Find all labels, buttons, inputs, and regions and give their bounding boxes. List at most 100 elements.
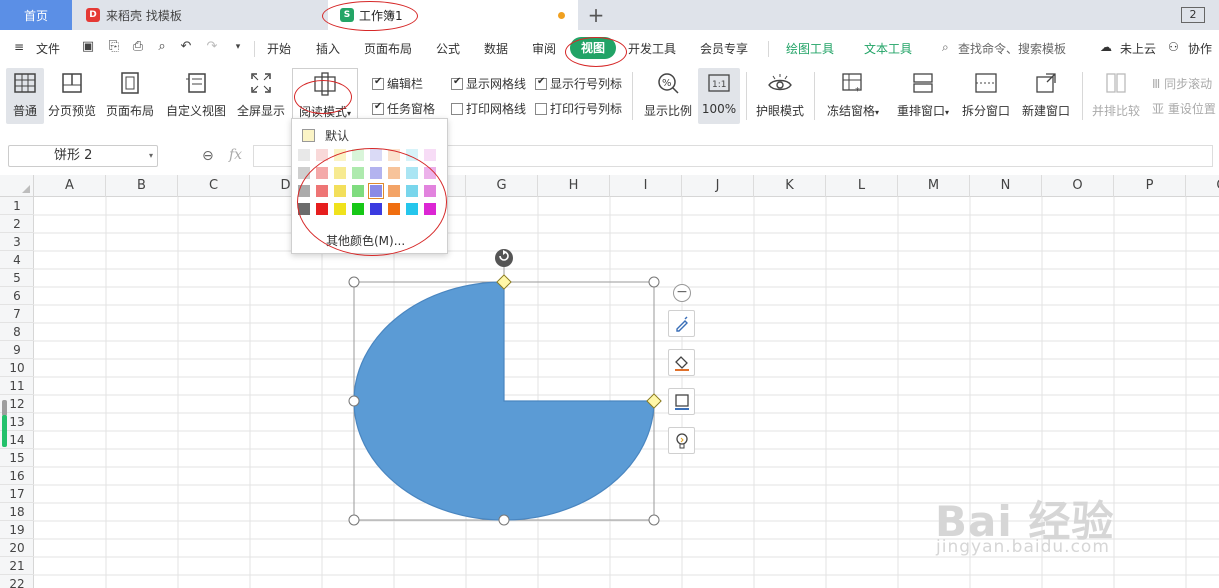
zoom-ratio-button[interactable]: % 显示比例 <box>642 68 694 124</box>
column-header[interactable]: H <box>538 175 610 197</box>
collapse-toolbar-button[interactable]: − <box>673 284 691 302</box>
column-header[interactable]: Q <box>1186 175 1219 197</box>
show-headers-checkbox[interactable]: 显示行号列标 <box>535 75 622 92</box>
collab-button[interactable]: 协作 <box>1188 40 1212 57</box>
fx-icon[interactable]: fx <box>229 147 242 163</box>
chevron-down-icon[interactable]: ▾ <box>149 146 153 166</box>
column-header[interactable]: A <box>34 175 106 197</box>
row-header[interactable]: 19 <box>0 521 34 539</box>
menu-vip[interactable]: 会员专享 <box>700 40 748 57</box>
row-header[interactable]: 20 <box>0 539 34 557</box>
column-header[interactable]: L <box>826 175 898 197</box>
row-header[interactable]: 16 <box>0 467 34 485</box>
quick-access-more-icon[interactable]: ▾ <box>230 39 246 55</box>
new-window-button[interactable]: 新建窗口 <box>1018 68 1074 124</box>
show-gridlines-checkbox[interactable]: 显示网格线 <box>451 75 526 92</box>
row-header[interactable]: 2 <box>0 215 34 233</box>
tab-home[interactable]: 首页 <box>0 0 72 30</box>
new-window-label: 新建窗口 <box>1021 104 1070 118</box>
normal-view-button[interactable]: 普通 <box>6 68 44 124</box>
row-header[interactable]: 15 <box>0 449 34 467</box>
window-count-button[interactable]: 2 <box>1181 7 1205 23</box>
print-headers-checkbox[interactable]: 打印行号列标 <box>535 100 622 117</box>
shape-style-button[interactable] <box>668 310 695 337</box>
row-header[interactable]: 22 <box>0 575 34 588</box>
task-pane-checkbox[interactable]: 任务窗格 <box>372 100 435 117</box>
split-window-button[interactable]: 拆分窗口 <box>960 68 1012 124</box>
menu-data[interactable]: 数据 <box>484 40 508 57</box>
column-header[interactable]: M <box>898 175 970 197</box>
edit-bar-checkbox[interactable]: 编辑栏 <box>372 75 423 92</box>
row-header[interactable]: 10 <box>0 359 34 377</box>
cloud-status[interactable]: 未上云 <box>1120 40 1156 57</box>
row-header[interactable]: 7 <box>0 305 34 323</box>
column-header[interactable]: I <box>610 175 682 197</box>
reset-position-button[interactable]: 亚 重设位置 <box>1152 100 1216 117</box>
column-header[interactable]: B <box>106 175 178 197</box>
menu-review[interactable]: 审阅 <box>532 40 556 57</box>
menu-developer[interactable]: 开发工具 <box>628 40 676 57</box>
tab-template-label: 来稻壳 找模板 <box>106 8 182 23</box>
row-header[interactable]: 8 <box>0 323 34 341</box>
row-header[interactable]: 4 <box>0 251 34 269</box>
save-icon[interactable]: ▣ <box>80 39 96 55</box>
select-all-corner[interactable] <box>0 175 34 197</box>
svg-text:%: % <box>662 78 672 89</box>
row-header[interactable]: 17 <box>0 485 34 503</box>
hamburger-icon[interactable]: ≡ <box>14 40 24 54</box>
row-header[interactable]: 18 <box>0 503 34 521</box>
column-header[interactable]: N <box>970 175 1042 197</box>
shape-fill-button[interactable] <box>668 349 695 376</box>
fullscreen-button[interactable]: 全屏显示 <box>236 68 286 124</box>
export-icon[interactable]: ⎘ <box>106 39 122 55</box>
menu-home[interactable]: 开始 <box>267 40 291 57</box>
menu-insert[interactable]: 插入 <box>316 40 340 57</box>
print-gridlines-checkbox[interactable]: 打印网格线 <box>451 100 526 117</box>
formula-bar: 饼形 2 ▾ ⊖ fx <box>0 140 1219 174</box>
tab-template[interactable]: D 来稻壳 找模板 <box>74 0 324 30</box>
print-icon[interactable]: ⎙ <box>130 39 146 55</box>
color-swatch[interactable] <box>424 149 436 161</box>
eye-mode-button[interactable]: 护眼模式 <box>754 68 806 124</box>
new-tab-button[interactable]: + <box>586 3 606 27</box>
column-header[interactable]: K <box>754 175 826 197</box>
menu-file[interactable]: 文件 <box>36 40 60 57</box>
row-header[interactable]: 11 <box>0 377 34 395</box>
ribbon-divider <box>814 72 815 120</box>
zoom-magnifier-icon[interactable]: ⊖ <box>202 148 214 164</box>
undo-icon[interactable]: ↶ <box>178 39 194 55</box>
arrange-windows-button[interactable]: 重排窗口▾ <box>892 68 954 124</box>
custom-view-button[interactable]: 自定义视图 <box>166 68 226 124</box>
sync-scroll-button[interactable]: Ⅲ 同步滚动 <box>1152 75 1212 92</box>
column-header[interactable]: P <box>1114 175 1186 197</box>
color-swatch[interactable] <box>298 149 310 161</box>
menu-text-tools[interactable]: 文本工具 <box>864 40 912 57</box>
column-header[interactable]: C <box>178 175 250 197</box>
name-box[interactable]: 饼形 2 ▾ <box>8 145 158 167</box>
row-header[interactable]: 6 <box>0 287 34 305</box>
column-header[interactable]: O <box>1042 175 1114 197</box>
row-header[interactable]: 9 <box>0 341 34 359</box>
row-header[interactable]: 1 <box>0 197 34 215</box>
redo-icon[interactable]: ↷ <box>204 39 220 55</box>
row-header[interactable]: 5 <box>0 269 34 287</box>
search-command-input[interactable]: 查找命令、搜索模板 <box>958 40 1066 57</box>
print-preview-icon[interactable]: ⌕ <box>154 39 170 55</box>
zoom-100-button[interactable]: 1:1 100% <box>698 68 740 124</box>
default-color-option[interactable]: 默认 <box>302 127 349 144</box>
freeze-panes-button[interactable]: * 冻结窗格▾ <box>822 68 884 124</box>
menu-formula[interactable]: 公式 <box>436 40 460 57</box>
row-header[interactable]: 21 <box>0 557 34 575</box>
zoom-ratio-label: 显示比例 <box>643 104 692 118</box>
row-header[interactable]: 3 <box>0 233 34 251</box>
column-header[interactable]: G <box>466 175 538 197</box>
search-icon[interactable]: ⌕ <box>942 40 949 55</box>
column-header[interactable]: J <box>682 175 754 197</box>
shape-outline-button[interactable] <box>668 388 695 415</box>
page-break-preview-button[interactable]: 分页预览 <box>46 68 98 124</box>
menu-page-layout[interactable]: 页面布局 <box>364 40 412 57</box>
shape-effects-button[interactable] <box>668 427 695 454</box>
side-by-side-button[interactable]: 并排比较 <box>1090 68 1142 124</box>
page-layout-view-button[interactable]: 页面布局 <box>104 68 156 124</box>
menu-draw-tools[interactable]: 绘图工具 <box>786 40 834 57</box>
